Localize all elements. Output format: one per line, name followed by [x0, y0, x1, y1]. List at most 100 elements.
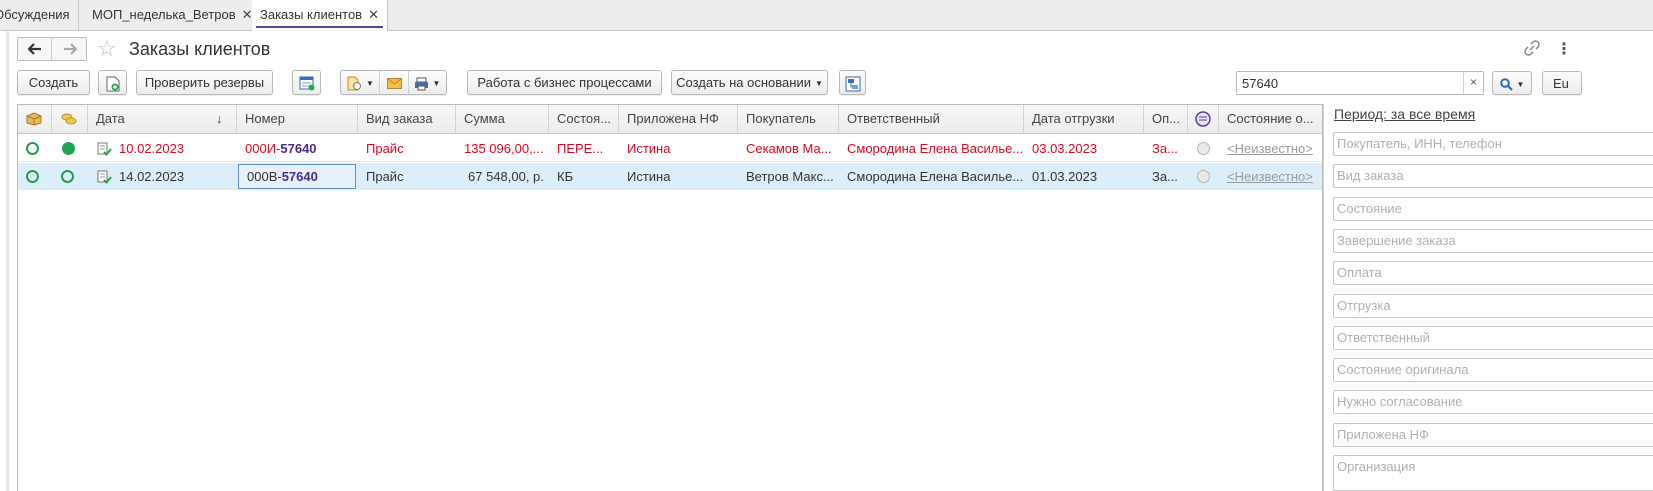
column-payment-icon[interactable]	[52, 105, 88, 133]
printer-icon	[414, 77, 428, 91]
calendar-add-button[interactable]	[292, 70, 321, 95]
more-vertical-icon[interactable]: ⋮	[1556, 39, 1572, 59]
tab-label: Заказы клиентов	[260, 7, 363, 22]
create-based-on-button[interactable]: Создать на основании ▼	[671, 70, 828, 95]
cell-ship-date: 03.03.2023	[1032, 141, 1098, 156]
panel-splitter[interactable]	[1323, 104, 1324, 491]
filter-state[interactable]: Состояние	[1333, 197, 1653, 221]
filter-order-kind[interactable]: Вид заказа	[1333, 164, 1653, 188]
cell-state: ПЕРЕ...	[557, 141, 604, 156]
check-reserves-label: Проверить резервы	[144, 75, 265, 90]
actions-group: ▼ ▼	[340, 70, 447, 96]
column-number[interactable]: Номер	[237, 105, 358, 133]
cell-kind: Прайс	[366, 169, 404, 184]
filter-nf-attached[interactable]: Приложена НФ	[1333, 423, 1653, 447]
coins-icon	[61, 113, 77, 125]
filter-responsible[interactable]: Ответственный	[1333, 326, 1653, 350]
sort-desc-icon: ↓	[216, 111, 223, 126]
filter-approval-needed[interactable]: Нужно согласование	[1333, 390, 1653, 414]
column-approval-icon[interactable]	[1188, 105, 1219, 133]
column-label: Ответственный	[847, 111, 940, 126]
business-processes-button[interactable]: Работа с бизнес процессами	[467, 70, 662, 95]
attach-button[interactable]: ▼	[342, 71, 380, 96]
tab-mop-weekly[interactable]: МОП_неделька_Ветров ✕	[84, 0, 262, 31]
approval-icon	[1195, 111, 1211, 127]
orders-table: Дата ↓ Номер Вид заказа Сумма Состоя... …	[17, 104, 1323, 491]
page-title: Заказы клиентов	[129, 39, 271, 59]
cell-original-state[interactable]: <Неизвестно>	[1219, 163, 1323, 190]
forward-button[interactable]	[53, 38, 87, 60]
column-buyer[interactable]: Покупатель	[738, 105, 839, 133]
cell-responsible: Смородина Елена Василье...	[847, 169, 1024, 184]
column-responsible[interactable]: Ответственный	[839, 105, 1024, 133]
column-label: Состоя...	[557, 111, 612, 126]
column-label: Оп...	[1152, 111, 1180, 126]
period-link[interactable]: Период: за все время	[1334, 106, 1475, 122]
tab-customer-orders[interactable]: Заказы клиентов ✕	[252, 0, 388, 31]
structure-button[interactable]	[839, 70, 866, 95]
create-button[interactable]: Создать	[17, 70, 90, 95]
column-sum[interactable]: Сумма	[456, 105, 549, 133]
table-header: Дата ↓ Номер Вид заказа Сумма Состоя... …	[18, 105, 1322, 134]
search-field[interactable]: ×	[1236, 71, 1484, 95]
column-ship-date[interactable]: Дата отгрузки	[1024, 105, 1144, 133]
filter-order-completion[interactable]: Завершение заказа	[1333, 229, 1653, 253]
close-icon[interactable]: ✕	[368, 7, 379, 22]
column-order-kind[interactable]: Вид заказа	[358, 105, 456, 133]
cell-kind: Прайс	[366, 141, 404, 156]
check-reserves-button[interactable]: Проверить резервы	[136, 70, 273, 95]
table-row[interactable]: 10.02.2023 000И-57640 Прайс 135 096,00,.…	[18, 135, 1322, 162]
filter-organization[interactable]: Организация	[1333, 455, 1653, 491]
document-posted-icon	[97, 170, 112, 184]
table-row[interactable]: 14.02.2023 000В-57640 Прайс 67 548,00, р…	[18, 163, 1322, 190]
column-date[interactable]: Дата ↓	[88, 105, 237, 133]
column-state[interactable]: Состоя...	[549, 105, 619, 133]
cell-ship-date: 01.03.2023	[1032, 169, 1098, 184]
cell-sum: 135 096,00,...	[464, 141, 544, 156]
search-match: 57640	[281, 169, 318, 184]
filter-buyer[interactable]: Покупатель, ИНН, телефон	[1333, 132, 1653, 156]
chevron-down-icon: ▼	[814, 79, 823, 89]
tab-label: МОП_неделька_Ветров	[92, 7, 236, 22]
search-match: 57640	[280, 141, 317, 156]
email-button[interactable]	[380, 71, 409, 94]
search-button[interactable]: ▼	[1492, 71, 1532, 95]
column-stock-icon[interactable]	[18, 105, 52, 133]
cell-nf: Истина	[627, 141, 671, 156]
cell-buyer: Ветров Макс...	[746, 169, 834, 184]
copy-button[interactable]	[98, 70, 127, 95]
cell-original-state[interactable]: <Неизвестно>	[1219, 135, 1323, 162]
clear-search-icon[interactable]: ×	[1463, 72, 1483, 94]
cell-sum: 67 548,00, р.	[468, 169, 544, 184]
tab-discussions[interactable]: Обсуждения	[0, 0, 79, 31]
filter-payment[interactable]: Оплата	[1333, 261, 1653, 285]
column-label: Номер	[245, 111, 286, 126]
cell-number: 000И-57640	[245, 141, 317, 156]
document-posted-icon	[97, 142, 112, 156]
search-icon	[1499, 78, 1513, 91]
print-button[interactable]: ▼	[409, 71, 445, 95]
filter-shipment[interactable]: Отгрузка	[1333, 294, 1653, 318]
column-label: Дата	[96, 111, 125, 126]
left-divider	[6, 31, 9, 491]
favorite-star-icon[interactable]: ☆	[97, 36, 117, 62]
back-button[interactable]	[18, 38, 52, 60]
cell-payment: За...	[1152, 169, 1178, 184]
calendar-add-icon	[299, 76, 314, 91]
column-original-state[interactable]: Состояние о...	[1219, 105, 1323, 133]
cell-number[interactable]: 000В-57640	[238, 164, 356, 189]
column-nf-attached[interactable]: Приложена НФ	[619, 105, 738, 133]
extra-button-label: Eu	[1553, 76, 1569, 91]
search-input[interactable]	[1237, 72, 1457, 94]
cell-date: 10.02.2023	[119, 141, 185, 156]
filter-original-state[interactable]: Состояние оригинала	[1333, 358, 1653, 382]
tab-bar: Обсуждения МОП_неделька_Ветров ✕ Заказы к…	[0, 0, 1653, 31]
close-icon[interactable]: ✕	[242, 7, 253, 22]
column-payment[interactable]: Оп...	[1144, 105, 1188, 133]
link-icon[interactable]	[1524, 40, 1540, 61]
create-button-label: Создать	[28, 75, 79, 90]
chevron-down-icon: ▼	[432, 79, 441, 89]
reserve-status-icon	[26, 142, 39, 155]
cell-nf: Истина	[627, 169, 671, 184]
extra-button[interactable]: Eu	[1542, 71, 1582, 95]
